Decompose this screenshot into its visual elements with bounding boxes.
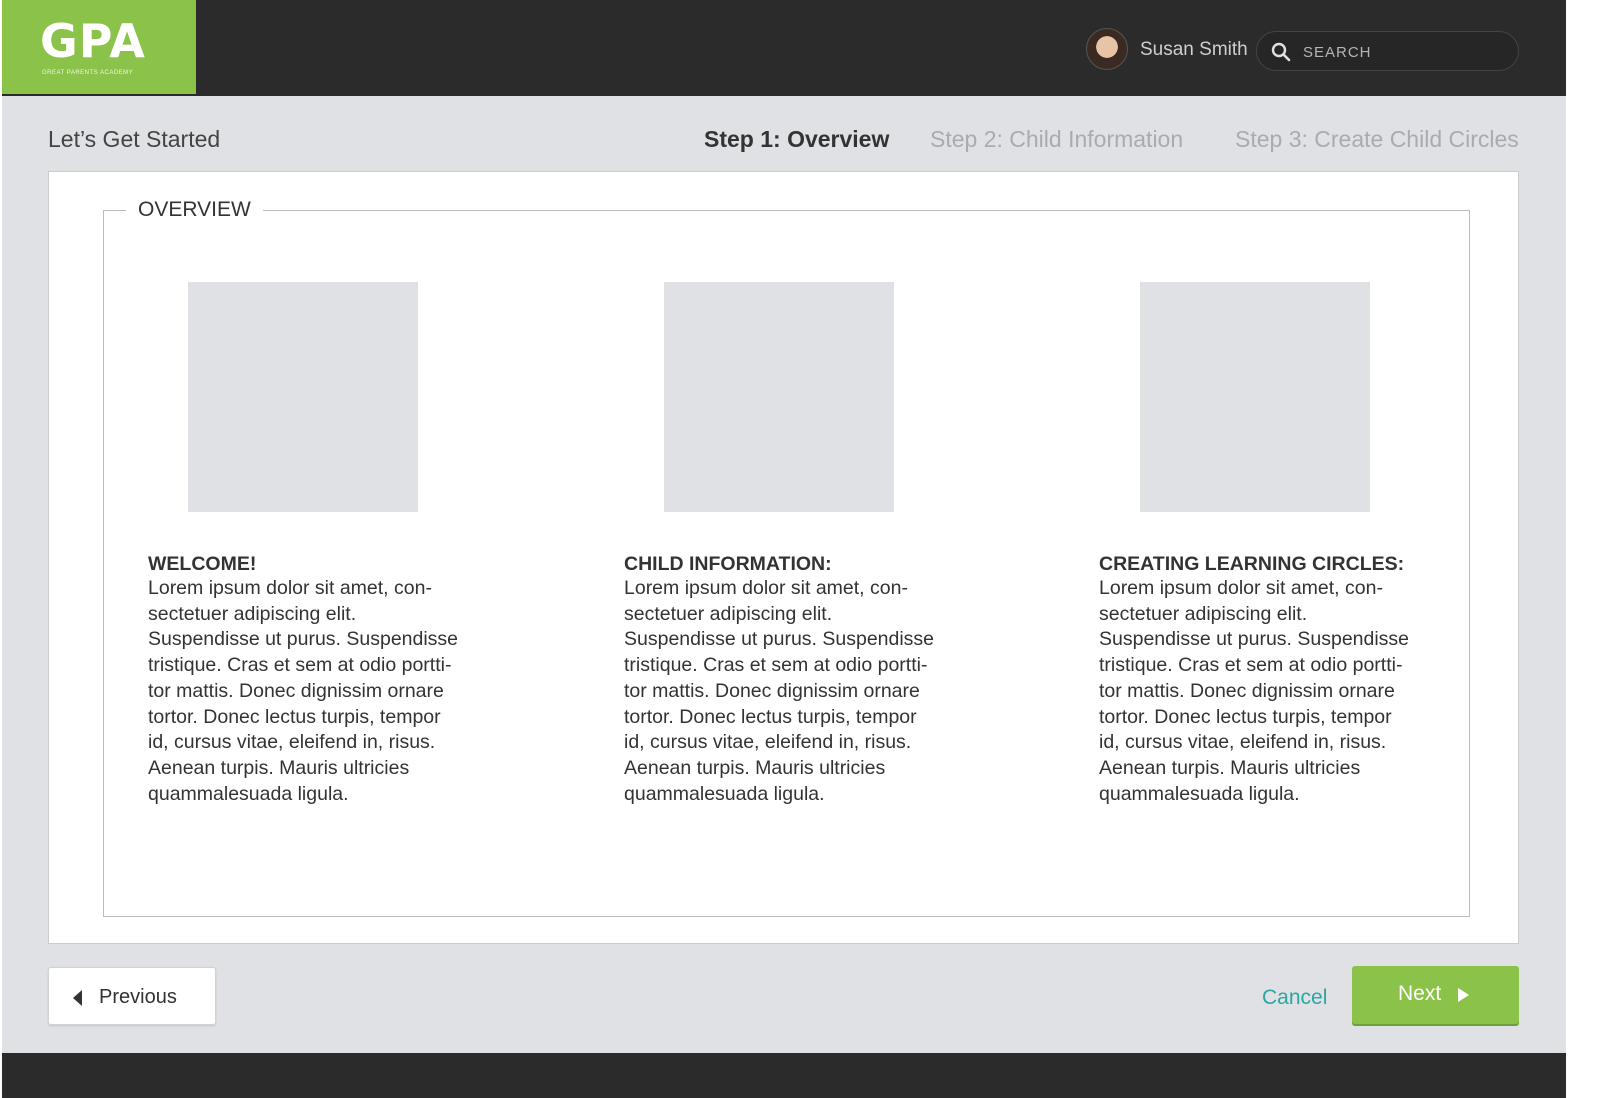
column-heading: WELCOME! bbox=[148, 553, 257, 575]
column-body-text: Lorem ipsum dolor sit amet, con- sectetu… bbox=[624, 576, 964, 807]
column-heading: CHILD INFORMATION: bbox=[624, 553, 832, 575]
body-line: Suspendisse ut purus. Suspendisse bbox=[148, 628, 459, 651]
search-input[interactable] bbox=[1303, 40, 1503, 64]
content-panel: OVERVIEW WELCOME! Lorem ipsum dolor sit … bbox=[48, 171, 1519, 944]
user-name[interactable]: Susan Smith bbox=[1140, 38, 1248, 62]
body-line: id, cursus vitae, eleifend in, risus. bbox=[1099, 731, 1387, 754]
previous-button[interactable]: Previous bbox=[48, 967, 216, 1025]
tab-step-3-create-child-circles[interactable]: Step 3: Create Child Circles bbox=[1235, 124, 1519, 154]
body-line: tristique. Cras et sem at odio portti- bbox=[148, 654, 452, 677]
body-line: tristique. Cras et sem at odio portti- bbox=[1099, 654, 1403, 677]
body-line: quammalesuada ligula. bbox=[624, 782, 825, 805]
column-body-text: Lorem ipsum dolor sit amet, con- sectetu… bbox=[1099, 576, 1439, 807]
logo[interactable]: GPA Great Parents Academy bbox=[2, 0, 196, 94]
page-title: Let’s Get Started bbox=[48, 126, 221, 152]
search-box[interactable] bbox=[1256, 31, 1519, 71]
column-body-text: Lorem ipsum dolor sit amet, con- sectetu… bbox=[148, 576, 488, 807]
overview-legend: OVERVIEW bbox=[126, 196, 263, 224]
body-line: id, cursus vitae, eleifend in, risus. bbox=[624, 731, 912, 754]
body-line: Lorem ipsum dolor sit amet, con- bbox=[1099, 577, 1383, 599]
body-line: tor mattis. Donec dignissim ornare bbox=[1099, 679, 1395, 702]
tab-step-2-child-information[interactable]: Step 2: Child Information bbox=[930, 124, 1183, 154]
overview-fieldset: OVERVIEW WELCOME! Lorem ipsum dolor sit … bbox=[103, 196, 1470, 917]
body-line: quammalesuada ligula. bbox=[1099, 782, 1300, 805]
column-heading: CREATING LEARNING CIRCLES: bbox=[1099, 553, 1405, 575]
tab-step-1-overview[interactable]: Step 1: Overview bbox=[704, 124, 889, 154]
body-line: Suspendisse ut purus. Suspendisse bbox=[1099, 628, 1410, 651]
logo-text: GPA bbox=[40, 14, 146, 68]
caret-right-icon bbox=[1458, 988, 1469, 1002]
body-line: Lorem ipsum dolor sit amet, con- bbox=[624, 577, 908, 599]
app-window: GPA Great Parents Academy Susan Smith Le… bbox=[2, 0, 1566, 1098]
body-line: Suspendisse ut purus. Suspendisse bbox=[624, 628, 935, 651]
next-button-label: Next bbox=[1398, 982, 1442, 1005]
body-line: tristique. Cras et sem at odio portti- bbox=[624, 654, 928, 677]
previous-button-label: Previous bbox=[99, 986, 177, 1008]
body-line: tortor. Donec lectus turpis, tempor bbox=[624, 705, 917, 728]
body-line: sectetuer adipiscing elit. bbox=[148, 602, 357, 625]
body-line: tortor. Donec lectus turpis, tempor bbox=[1099, 705, 1392, 728]
image-placeholder bbox=[1140, 282, 1370, 512]
body-line: sectetuer adipiscing elit. bbox=[1099, 602, 1308, 625]
body-line: Lorem ipsum dolor sit amet, con- bbox=[148, 577, 432, 599]
top-navigation-bar: GPA Great Parents Academy Susan Smith bbox=[2, 0, 1566, 96]
search-icon bbox=[1271, 42, 1291, 62]
body-line: tortor. Donec lectus turpis, tempor bbox=[148, 705, 441, 728]
body-line: Aenean turpis. Mauris ultricies bbox=[624, 756, 886, 779]
caret-left-icon bbox=[73, 990, 82, 1006]
logo-subtitle: Great Parents Academy bbox=[42, 70, 134, 76]
image-placeholder bbox=[664, 282, 894, 512]
body-line: quammalesuada ligula. bbox=[148, 782, 349, 805]
body-line: id, cursus vitae, eleifend in, risus. bbox=[148, 731, 436, 754]
cancel-link[interactable]: Cancel bbox=[1262, 985, 1327, 1011]
next-button[interactable]: Next bbox=[1352, 966, 1519, 1024]
user-avatar[interactable] bbox=[1086, 28, 1128, 70]
body-line: tor mattis. Donec dignissim ornare bbox=[148, 679, 444, 702]
body-line: sectetuer adipiscing elit. bbox=[624, 602, 833, 625]
body-line: tor mattis. Donec dignissim ornare bbox=[624, 679, 920, 702]
body-line: Aenean turpis. Mauris ultricies bbox=[148, 756, 410, 779]
image-placeholder bbox=[188, 282, 418, 512]
body-line: Aenean turpis. Mauris ultricies bbox=[1099, 756, 1361, 779]
footer-bar bbox=[2, 1053, 1566, 1098]
